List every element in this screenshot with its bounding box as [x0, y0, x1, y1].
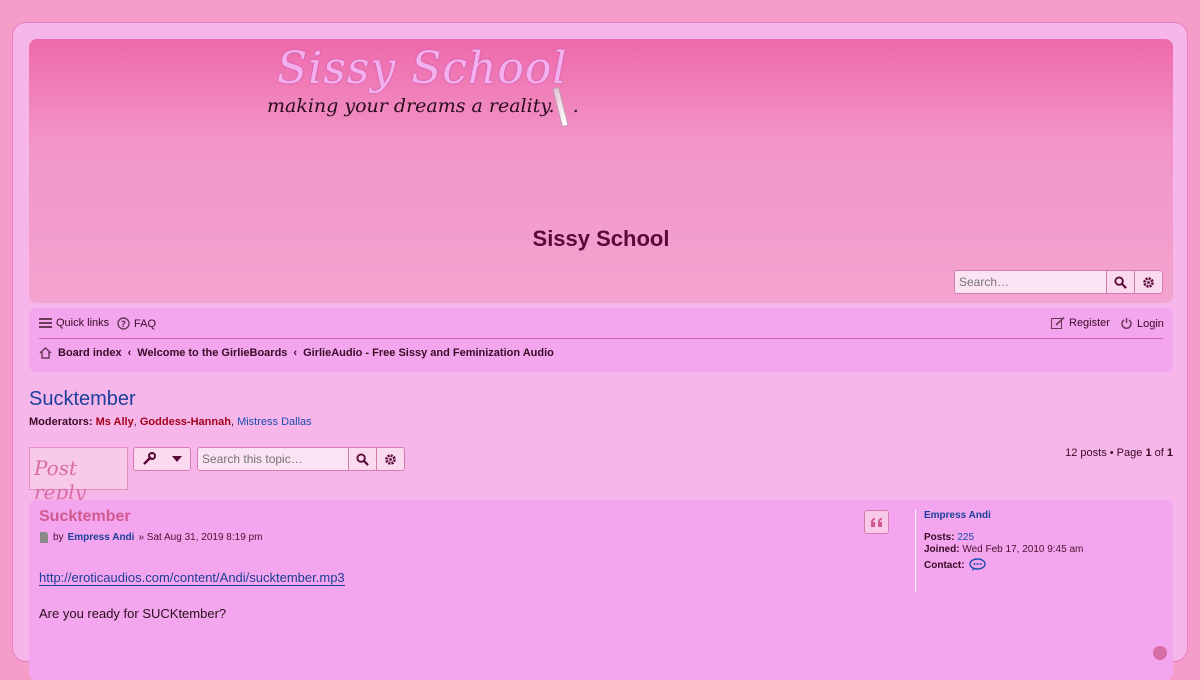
post-by-label: by: [53, 532, 64, 543]
svg-text:?: ?: [121, 320, 126, 330]
pagination-of: of: [1154, 447, 1164, 459]
navbar: Quick links ? FAQ Register Login Board i…: [29, 308, 1173, 372]
topic-title[interactable]: Sucktember: [29, 388, 136, 411]
moderator-link[interactable]: Goddess-Hannah: [140, 416, 231, 428]
joined-label: Joined:: [924, 544, 960, 555]
topic-search: [197, 447, 405, 471]
back-to-top-icon[interactable]: [1153, 646, 1167, 660]
moderator-link[interactable]: Ms Ally: [96, 416, 134, 428]
search-icon: [356, 452, 369, 466]
home-icon: [39, 347, 52, 359]
topic-search-input[interactable]: [197, 447, 348, 471]
post-author-link[interactable]: Empress Andi: [68, 532, 135, 543]
post-icon: [40, 532, 48, 543]
register-label: Register: [1069, 317, 1110, 329]
breadcrumb-separator: ‹: [293, 347, 298, 359]
post-reply-button[interactable]: Post reply: [29, 447, 128, 504]
joined-date: Wed Feb 17, 2010 9:45 am: [962, 544, 1084, 555]
header-search: [954, 270, 1163, 294]
power-icon: [1121, 318, 1132, 329]
page-wrapper: Sissy School making your dreams a realit…: [12, 22, 1188, 680]
post-date: » Sat Aug 31, 2019 8:19 pm: [138, 532, 263, 543]
navbar-top-row: Quick links ? FAQ Register Login: [39, 315, 1164, 339]
header-search-input[interactable]: [954, 270, 1106, 294]
faq-link[interactable]: ? FAQ: [117, 317, 156, 330]
quick-links-menu[interactable]: Quick links: [39, 317, 109, 329]
contact-label: Contact:: [924, 559, 965, 571]
post-audio-link[interactable]: http://eroticaudios.com/content/Andi/suc…: [39, 570, 345, 586]
logo-tagline: making your dreams a reality. . .: [267, 95, 579, 117]
moderators-line: Moderators: Ms Ally, Goddess-Hannah, Mis…: [29, 416, 312, 428]
profile-joined: Joined: Wed Feb 17, 2010 9:45 am: [924, 544, 1083, 555]
topic-advanced-search-button[interactable]: [377, 447, 405, 471]
post: Sucktember by Empress Andi » Sat Aug 31,…: [29, 500, 1173, 680]
post-meta: by Empress Andi » Sat Aug 31, 2019 8:19 …: [39, 532, 262, 543]
header-search-button[interactable]: [1106, 270, 1135, 294]
moderator-link[interactable]: Mistress Dallas: [237, 416, 312, 428]
post-profile: Empress Andi Posts: 225 Joined: Wed Feb …: [915, 510, 1165, 592]
faq-label: FAQ: [134, 317, 157, 330]
hamburger-icon: [39, 318, 52, 328]
edit-icon: [1051, 317, 1065, 329]
quick-links-label: Quick links: [56, 317, 110, 329]
header-advanced-search-button[interactable]: [1135, 270, 1163, 294]
pagination-total: 1: [1166, 447, 1173, 459]
quote-icon: [870, 517, 882, 527]
profile-username[interactable]: Empress Andi: [924, 510, 991, 521]
pagination-prefix: 12 posts • Page: [1065, 447, 1143, 459]
login-label: Login: [1137, 317, 1164, 330]
posts-count-link[interactable]: 225: [957, 532, 974, 543]
pagination-current: 1: [1145, 447, 1152, 459]
pagination-info: 12 posts • Page 1 of 1: [1065, 447, 1173, 459]
gear-icon: [1143, 276, 1154, 288]
topic-tools-dropdown[interactable]: [133, 447, 191, 471]
question-icon: ?: [117, 317, 130, 330]
profile-posts: Posts: 225: [924, 532, 974, 543]
speech-bubble-icon[interactable]: [968, 558, 986, 572]
search-icon: [1114, 275, 1127, 289]
gear-icon: [385, 453, 396, 465]
post-title[interactable]: Sucktember: [39, 508, 131, 526]
quote-button[interactable]: [864, 510, 889, 534]
topic-search-button[interactable]: [348, 447, 377, 471]
site-logo[interactable]: Sissy School: [277, 43, 567, 94]
breadcrumb: Board index ‹ Welcome to the GirlieBoard…: [39, 347, 554, 359]
login-link[interactable]: Login: [1120, 317, 1164, 330]
profile-contact: Contact:: [924, 558, 986, 572]
breadcrumb-separator: ‹: [127, 347, 132, 359]
wrench-icon: [143, 452, 156, 465]
site-header: Sissy School making your dreams a realit…: [29, 39, 1173, 303]
register-link[interactable]: Register: [1051, 317, 1110, 329]
moderators-label: Moderators:: [29, 416, 93, 428]
breadcrumb-subforum[interactable]: GirlieAudio - Free Sissy and Feminizatio…: [303, 347, 554, 359]
site-title: Sissy School: [532, 226, 670, 251]
breadcrumb-forum[interactable]: Welcome to the GirlieBoards: [137, 347, 287, 359]
caret-down-icon: [172, 456, 182, 462]
breadcrumb-board-index[interactable]: Board index: [58, 347, 122, 359]
post-body-text: Are you ready for SUCKtember?: [39, 606, 227, 621]
posts-label: Posts:: [924, 532, 955, 543]
topic-actions: Post reply 12 posts • Page 1 of 1: [29, 447, 1173, 504]
